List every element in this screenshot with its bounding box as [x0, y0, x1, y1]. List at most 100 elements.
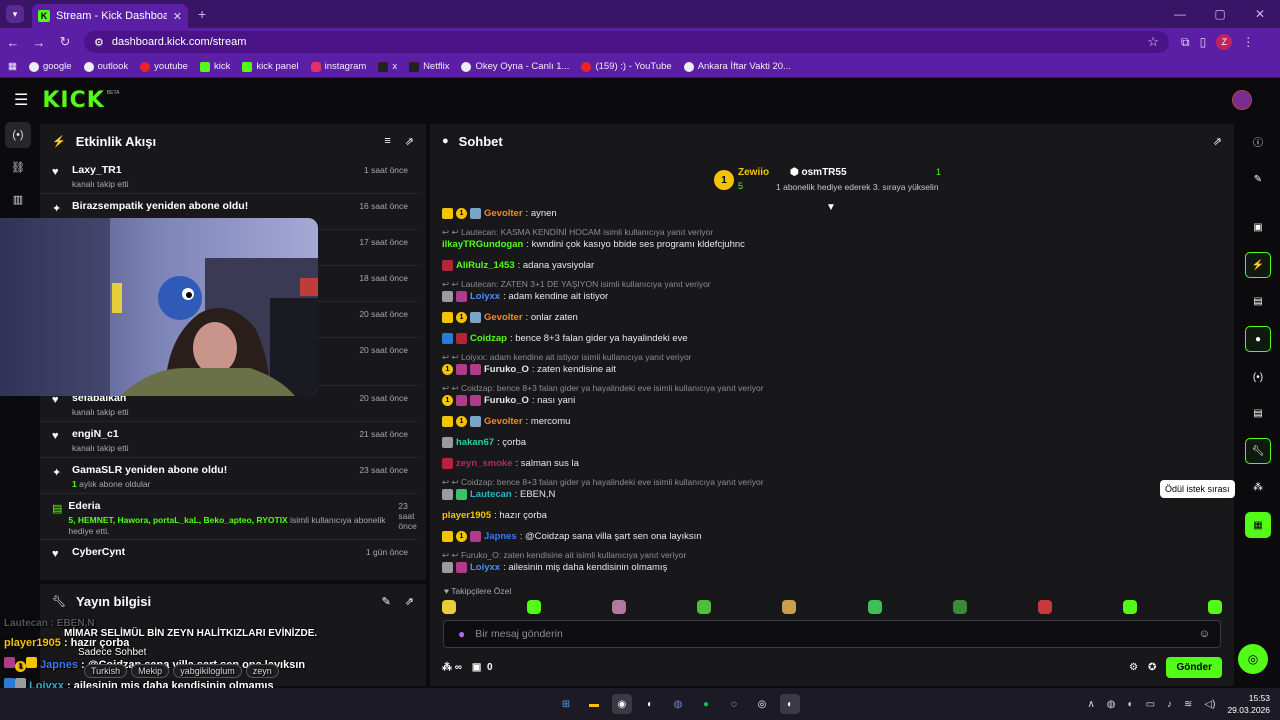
chat-username[interactable]: Lautecan — [470, 489, 512, 500]
chat-message[interactable]: Lautecan: EBEN,N — [442, 489, 555, 500]
popout-icon[interactable]: ⇗ — [1213, 135, 1222, 148]
apps-icon[interactable]: ▦ — [8, 61, 17, 72]
browser-menu-icon[interactable]: ⋮ — [1242, 35, 1254, 49]
site-info-icon[interactable]: ⚙ — [94, 36, 104, 49]
emote-icon[interactable] — [527, 600, 542, 614]
emote-icon[interactable] — [1122, 600, 1137, 614]
printer-icon[interactable]: ▤ — [1245, 400, 1271, 426]
help-fab-icon[interactable]: ◎ — [1238, 644, 1268, 674]
chat-message[interactable]: hakan67: çorba — [442, 437, 526, 448]
emoji-icon[interactable]: ☺ — [1199, 628, 1210, 640]
send-button[interactable]: Gönder — [1166, 656, 1222, 678]
activity-toggle-icon[interactable]: ⚡ — [1245, 252, 1271, 278]
badge-icon[interactable] — [442, 562, 453, 573]
emote-picker-icon[interactable]: ✪ — [1148, 662, 1156, 673]
capture-icon[interactable]: ▣ — [1245, 214, 1271, 240]
emote-icon[interactable] — [782, 600, 797, 614]
chat-username[interactable]: Gevolter — [484, 416, 523, 427]
spotify-icon[interactable]: ● — [696, 694, 716, 714]
chat-message[interactable]: player1905: hazır çorba — [442, 510, 547, 521]
sidebar-icon[interactable]: ▯ — [1200, 35, 1207, 49]
steam-active-icon[interactable]: ◐ — [780, 694, 800, 714]
badge-icon[interactable] — [456, 333, 467, 344]
edit-icon[interactable]: ✎ — [382, 595, 391, 608]
user-avatar[interactable] — [1232, 90, 1252, 110]
chat-username[interactable]: Furuko_O — [484, 395, 529, 406]
tray-volume-icon[interactable]: ◁) — [1204, 699, 1215, 710]
new-tab-icon[interactable]: + — [198, 6, 206, 22]
url-field[interactable]: ⚙ dashboard.kick.com/stream ☆ — [84, 31, 1169, 53]
chat-message[interactable]: 1 Gevolter: aynen — [442, 208, 557, 219]
chat-message[interactable]: 1 Gevolter: onlar zaten — [442, 312, 578, 323]
chat-message[interactable]: ilkayTRGundogan: kwndini çok kasıyo bbid… — [442, 239, 745, 250]
settings-icon[interactable]: ⚙ — [1129, 662, 1138, 673]
notes-icon[interactable]: ▤ — [1245, 288, 1271, 314]
badge-icon[interactable] — [442, 260, 453, 271]
discord-icon[interactable]: ◍ — [668, 694, 688, 714]
kick-app-icon[interactable]: ▦ — [1245, 512, 1271, 538]
badge-icon[interactable] — [470, 312, 481, 323]
badge-icon[interactable] — [456, 489, 467, 500]
chat-message[interactable]: Loiyxx: ailesinin miş daha kendisinin ol… — [442, 562, 667, 573]
taskbar-clock[interactable]: 15:53 29.03.2026 — [1227, 692, 1270, 716]
tray-wifi-icon[interactable]: ≋ — [1184, 699, 1192, 710]
badge-icon[interactable]: 1 — [442, 395, 453, 406]
points-icon[interactable]: ⁂ ∞ — [442, 662, 462, 673]
chat-username[interactable]: Gevolter — [484, 208, 523, 219]
chat-message[interactable]: 1 Japnes: @Coidzap sana villa şart sen on… — [442, 531, 702, 542]
bookmark-youtube[interactable]: youtube — [140, 61, 188, 72]
tag-chip[interactable]: yabgikiloglum — [173, 664, 242, 678]
badge-icon[interactable] — [470, 531, 481, 542]
popout-icon[interactable]: ⇗ — [405, 595, 414, 608]
app-icon[interactable]: ◌ — [724, 694, 744, 714]
chat-username[interactable]: Coidzap — [470, 333, 507, 344]
maximize-icon[interactable]: ▢ — [1200, 0, 1240, 28]
badge-icon[interactable] — [442, 416, 453, 427]
reload-icon[interactable]: ↻ — [52, 34, 78, 50]
tray-expand-icon[interactable]: ∧ — [1087, 699, 1094, 710]
edit-icon[interactable]: ✎ — [1245, 166, 1271, 192]
tray-mic-icon[interactable]: ♪ — [1167, 699, 1172, 710]
microphone-icon[interactable]: ● — [458, 627, 465, 641]
bookmark-ankara[interactable]: Ankara İftar Vakti 20... — [683, 61, 791, 72]
chat-message[interactable]: 1 Furuko_O: nası yani — [442, 395, 575, 406]
hamburger-menu-icon[interactable]: ☰ — [14, 90, 28, 110]
badge-icon[interactable] — [456, 395, 467, 406]
obs-icon[interactable]: ◎ — [752, 694, 772, 714]
emote-icon[interactable] — [1207, 600, 1222, 614]
badge-icon[interactable] — [456, 291, 467, 302]
bookmark-okey[interactable]: Okey Oyna - Canlı 1... — [461, 61, 569, 72]
badge-icon[interactable]: 1 — [456, 531, 467, 542]
emote-icon[interactable] — [442, 600, 456, 614]
badge-icon[interactable]: 1 — [456, 312, 467, 323]
chat-username[interactable]: player1905 — [442, 510, 491, 521]
badge-icon[interactable]: 1 — [456, 208, 467, 219]
badge-icon[interactable] — [442, 291, 453, 302]
chat-username[interactable]: Loiyxx — [470, 562, 500, 573]
emote-icon[interactable] — [612, 600, 627, 614]
filter-icon[interactable]: ≡ — [384, 135, 390, 148]
chrome-icon[interactable]: ◉ — [612, 694, 632, 714]
badge-icon[interactable] — [470, 208, 481, 219]
bookmark-star-icon[interactable]: ☆ — [1147, 34, 1159, 50]
bookmark-x[interactable]: x — [378, 61, 397, 72]
bookmark-outlook[interactable]: outlook — [83, 61, 128, 72]
wrench-toggle-icon[interactable]: 🔧︎ — [1245, 438, 1271, 464]
back-icon[interactable]: ← — [0, 35, 26, 50]
chat-message[interactable]: 1 Furuko_O: zaten kendisine ait — [442, 364, 616, 375]
kick-logo[interactable]: KICK — [42, 88, 104, 113]
badge-icon[interactable] — [442, 312, 453, 323]
tray-app-icon[interactable]: ◍ — [1107, 699, 1116, 710]
profile-avatar[interactable]: Z — [1216, 34, 1233, 50]
collapse-icon[interactable]: ▼ — [826, 202, 836, 213]
browser-tab[interactable]: K Stream - Kick Dashboard ✕ — [32, 4, 188, 28]
chat-input[interactable]: ● Bir mesaj gönderin ☺ — [443, 620, 1221, 648]
chat-username[interactable]: Loiyxx — [470, 291, 500, 302]
steam-icon[interactable]: ◐ — [640, 694, 660, 714]
gift-leaderboard[interactable]: 1 Zewiio 5 ⬢ osmTR55 1 1 abonelik hediye… — [710, 164, 970, 204]
chat-message[interactable]: zeyn_smoke: salman sus la — [442, 458, 579, 469]
bookmark-google[interactable]: google — [28, 61, 72, 72]
emote-icon[interactable] — [952, 600, 967, 614]
chat-message[interactable]: AliRulz_1453: adana yavsiyolar — [442, 260, 594, 271]
stream-nav-icon[interactable]: (•) — [5, 122, 31, 148]
